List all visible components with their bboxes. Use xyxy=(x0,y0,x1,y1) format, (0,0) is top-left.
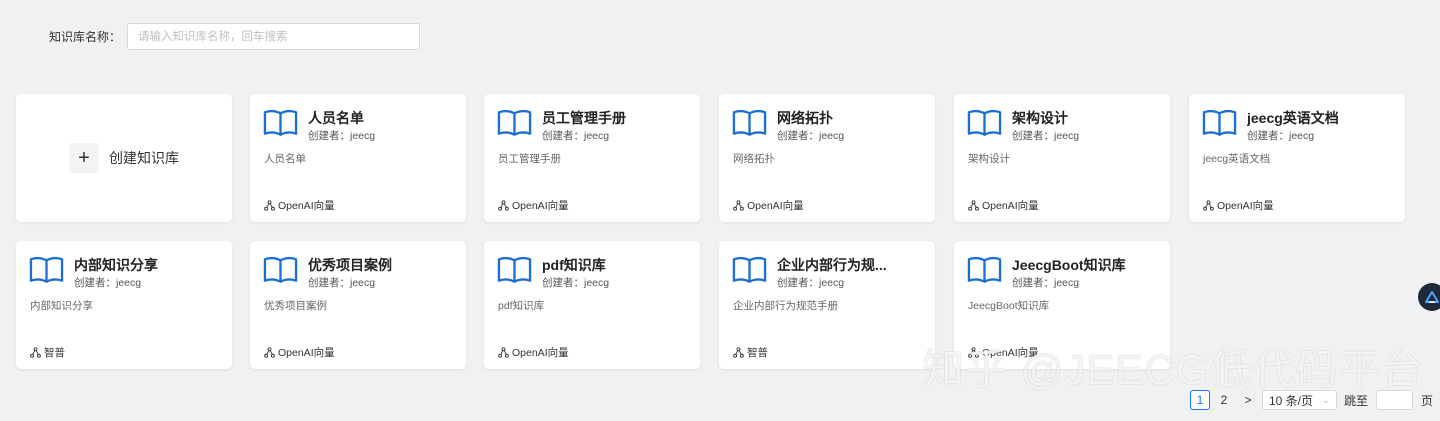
knowledge-card[interactable]: 内部知识分享 创建者：jeecg 内部知识分享 智普 xyxy=(16,241,232,369)
book-icon xyxy=(967,109,1002,136)
watermark: 知乎 @JEECG低代码平台 xyxy=(922,346,1425,393)
knowledge-card[interactable]: jeecg英语文档 创建者：jeecg jeecg英语文档 OpenAI向量 xyxy=(1189,94,1405,222)
book-icon xyxy=(732,256,767,283)
card-model-label: OpenAI向量 xyxy=(278,347,335,359)
book-icon xyxy=(1202,109,1237,136)
card-model: OpenAI向量 xyxy=(733,198,804,213)
card-creator: 创建者：jeecg xyxy=(308,277,376,289)
card-description: jeecg英语文档 xyxy=(1203,153,1271,165)
knowledge-card[interactable]: 优秀项目案例 创建者：jeecg 优秀项目案例 OpenAI向量 xyxy=(250,241,466,369)
page-2[interactable]: 2 xyxy=(1214,390,1234,410)
card-model: OpenAI向量 xyxy=(968,198,1039,213)
search-label: 知识库名称： xyxy=(49,30,122,44)
next-page-button[interactable]: > xyxy=(1238,393,1258,407)
assistant-icon xyxy=(1425,291,1439,303)
card-description: 网络拓扑 xyxy=(733,153,775,165)
assistant-float-button[interactable] xyxy=(1418,283,1440,311)
book-icon xyxy=(263,256,298,283)
knowledge-card[interactable]: 架构设计 创建者：jeecg 架构设计 OpenAI向量 xyxy=(954,94,1170,222)
card-model-label: OpenAI向量 xyxy=(278,200,335,212)
card-model: OpenAI向量 xyxy=(264,345,335,360)
model-icon xyxy=(733,347,744,358)
card-creator: 创建者：jeecg xyxy=(74,277,142,289)
card-creator: 创建者：jeecg xyxy=(1012,130,1080,142)
card-creator: 创建者：jeecg xyxy=(777,277,845,289)
card-title: 网络拓扑 xyxy=(777,110,833,126)
book-icon xyxy=(263,109,298,136)
page-size-label: 10 条/页 xyxy=(1269,393,1314,408)
card-model-label: OpenAI向量 xyxy=(512,347,569,359)
card-model-label: OpenAI向量 xyxy=(747,200,804,212)
book-icon xyxy=(497,109,532,136)
card-creator: 创建者：jeecg xyxy=(777,130,845,142)
model-icon xyxy=(264,200,275,211)
model-icon xyxy=(733,200,744,211)
card-title: JeecgBoot知识库 xyxy=(1012,257,1126,273)
model-icon xyxy=(498,347,509,358)
page-suffix: 页 xyxy=(1421,393,1434,408)
model-icon xyxy=(30,347,41,358)
card-creator: 创建者：jeecg xyxy=(1012,277,1080,289)
plus-icon: + xyxy=(69,143,99,173)
model-icon xyxy=(264,347,275,358)
card-description: 架构设计 xyxy=(968,153,1010,165)
card-title: 人员名单 xyxy=(308,110,364,126)
card-title: 内部知识分享 xyxy=(74,257,158,273)
card-title: 企业内部行为规... xyxy=(777,257,887,273)
card-model: OpenAI向量 xyxy=(264,198,335,213)
knowledge-card[interactable]: 员工管理手册 创建者：jeecg 员工管理手册 OpenAI向量 xyxy=(484,94,700,222)
card-model: 智普 xyxy=(30,345,65,360)
search-input[interactable] xyxy=(127,23,421,50)
create-label: 创建知识库 xyxy=(109,150,179,166)
book-icon xyxy=(732,109,767,136)
card-creator: 创建者：jeecg xyxy=(1247,130,1315,142)
card-model-label: 智普 xyxy=(747,347,768,359)
page-1[interactable]: 1 xyxy=(1190,390,1210,410)
knowledge-card[interactable]: 网络拓扑 创建者：jeecg 网络拓扑 OpenAI向量 xyxy=(719,94,935,222)
knowledge-card[interactable]: pdf知识库 创建者：jeecg pdf知识库 OpenAI向量 xyxy=(484,241,700,369)
card-model-label: OpenAI向量 xyxy=(982,200,1039,212)
card-description: 优秀项目案例 xyxy=(264,300,327,312)
card-model-label: 智普 xyxy=(44,347,65,359)
create-knowledge-base-card[interactable]: + 创建知识库 xyxy=(16,94,232,222)
card-description: pdf知识库 xyxy=(498,300,545,312)
card-model-label: OpenAI向量 xyxy=(512,200,569,212)
card-creator: 创建者：jeecg xyxy=(308,130,376,142)
card-title: 优秀项目案例 xyxy=(308,257,392,273)
card-model: OpenAI向量 xyxy=(498,345,569,360)
model-icon xyxy=(1203,200,1214,211)
card-title: pdf知识库 xyxy=(542,257,606,273)
card-model: OpenAI向量 xyxy=(1203,198,1274,213)
jump-page-input[interactable] xyxy=(1376,390,1414,410)
card-model: OpenAI向量 xyxy=(498,198,569,213)
card-description: 企业内部行为规范手册 xyxy=(733,300,838,312)
card-title: 员工管理手册 xyxy=(542,110,626,126)
pagination: 1 2 > 10 条/页 ⌄ 跳至 页 xyxy=(1190,390,1433,410)
book-icon xyxy=(497,256,532,283)
card-model: 智普 xyxy=(733,345,768,360)
card-description: 员工管理手册 xyxy=(498,153,561,165)
card-title: jeecg英语文档 xyxy=(1247,110,1339,126)
card-creator: 创建者：jeecg xyxy=(542,277,610,289)
knowledge-card[interactable]: 企业内部行为规... 创建者：jeecg 企业内部行为规范手册 智普 xyxy=(719,241,935,369)
card-title: 架构设计 xyxy=(1012,110,1068,126)
book-icon xyxy=(967,256,1002,283)
page-size-select[interactable]: 10 条/页 ⌄ xyxy=(1262,390,1337,410)
card-description: 人员名单 xyxy=(264,153,306,165)
chevron-down-icon: ⌄ xyxy=(1321,394,1330,406)
model-icon xyxy=(968,200,979,211)
card-model-label: OpenAI向量 xyxy=(1217,200,1274,212)
card-creator: 创建者：jeecg xyxy=(542,130,610,142)
search-row: 知识库名称： xyxy=(49,23,421,50)
model-icon xyxy=(498,200,509,211)
card-description: 内部知识分享 xyxy=(30,300,93,312)
card-description: JeecgBoot知识库 xyxy=(968,300,1050,312)
knowledge-card[interactable]: 人员名单 创建者：jeecg 人员名单 OpenAI向量 xyxy=(250,94,466,222)
book-icon xyxy=(29,256,64,283)
jump-label: 跳至 xyxy=(1344,393,1369,408)
